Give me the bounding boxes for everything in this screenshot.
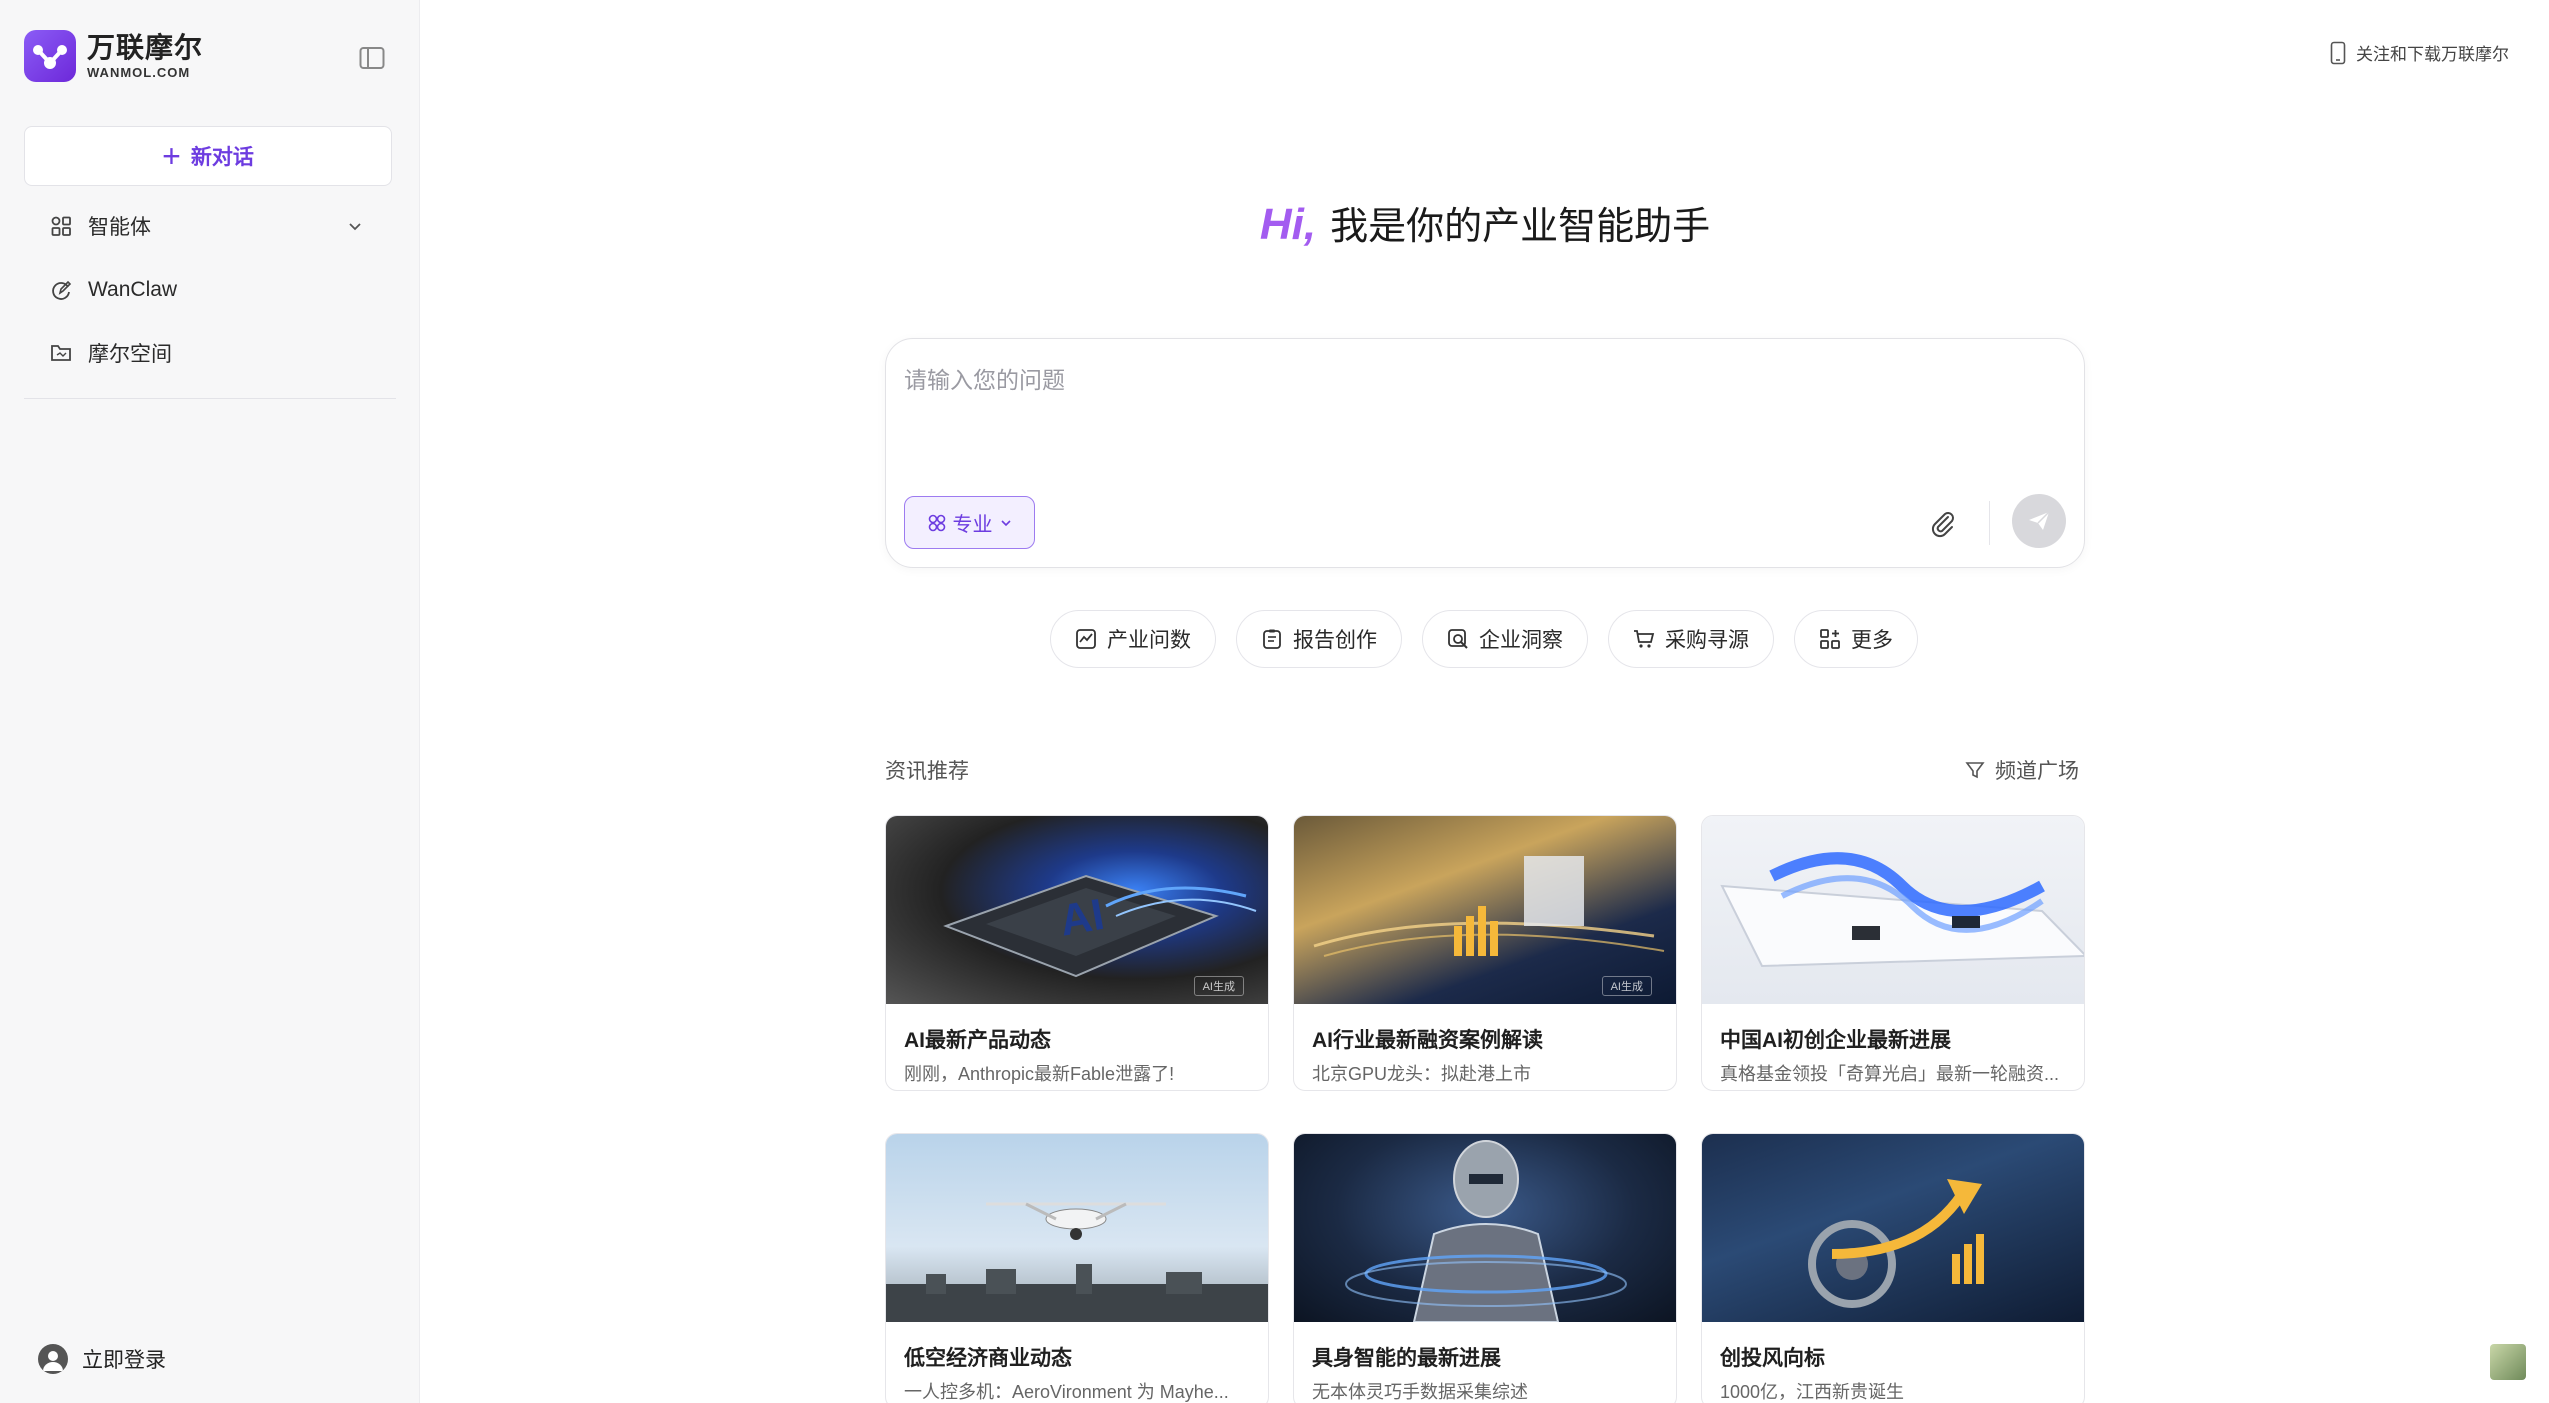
report-icon <box>1263 629 1281 649</box>
chip-enterprise-insight[interactable]: 企业洞察 <box>1422 610 1588 668</box>
news-section-title: 资讯推荐 <box>885 760 969 783</box>
chip-procurement[interactable]: 采购寻源 <box>1608 610 1774 668</box>
send-button[interactable] <box>2012 494 2066 548</box>
question-input[interactable] <box>904 361 2024 461</box>
logo-icon <box>24 30 76 82</box>
ai-generated-tag: AI生成 <box>1601 976 1652 996</box>
input-divider <box>1989 501 1990 545</box>
news-card-title: 中国AI初创企业最新进展 <box>1720 1029 1951 1052</box>
chart-icon <box>1076 629 1096 649</box>
chip-more[interactable]: 更多 <box>1794 610 1918 668</box>
news-card-subtitle: 真格基金领投「奇算光启」最新一轮融资... <box>1720 1064 2060 1084</box>
news-card-subtitle: 北京GPU龙头：拟赴港上市 <box>1312 1064 1532 1084</box>
sidebar: 万联摩尔 WANMOL.COM + 新对话 智能体 WanClaw 摩尔空间 立… <box>0 0 420 1403</box>
news-card-subtitle: 1000亿，江西新贵诞生 <box>1720 1382 1905 1402</box>
new-chat-button[interactable]: + 新对话 <box>24 126 392 186</box>
sidebar-item-moore-space[interactable]: 摩尔空间 <box>24 328 392 378</box>
download-app-link[interactable]: 关注和下载万联摩尔 <box>2330 40 2509 65</box>
floating-thumbnail[interactable] <box>2490 1344 2526 1380</box>
chevron-down-icon <box>1000 519 1011 526</box>
folder-icon <box>51 345 71 361</box>
apps-icon <box>51 216 71 236</box>
hero-heading: Hi, 我是你的产业智能助手 <box>885 195 2085 250</box>
news-thumbnail-startup <box>1702 816 2084 1004</box>
news-card-title: 创投风向标 <box>1720 1347 1825 1370</box>
news-card-title: AI行业最新融资案例解读 <box>1312 1029 1543 1052</box>
sidebar-item-label: 摩尔空间 <box>88 343 172 366</box>
insight-icon <box>1448 629 1468 649</box>
sidebar-item-agents[interactable]: 智能体 <box>24 201 392 251</box>
plus-icon: + <box>162 138 181 174</box>
chip-label: 报告创作 <box>1293 629 1377 652</box>
news-thumbnail-ai-chip: AI AI生成 <box>886 816 1268 1004</box>
chip-label: 更多 <box>1851 629 1893 652</box>
news-card-subtitle: 无本体灵巧手数据采集综述 <box>1312 1382 1528 1402</box>
sidebar-item-wanclaw[interactable]: WanClaw <box>24 265 392 315</box>
cart-icon <box>1634 630 1655 648</box>
channel-label: 频道广场 <box>1995 760 2079 783</box>
news-card-title: 具身智能的最新进展 <box>1312 1347 1501 1370</box>
chip-report-writing[interactable]: 报告创作 <box>1236 610 1402 668</box>
news-thumbnail-venture <box>1702 1134 2084 1322</box>
hero-title: 我是你的产业智能助手 <box>1330 206 1711 248</box>
news-card[interactable]: 具身智能的最新进展 无本体灵巧手数据采集综述 <box>1293 1133 1677 1403</box>
login-button[interactable]: 立即登录 <box>38 1344 166 1374</box>
news-card[interactable]: AI AI生成 AI最新产品动态 刚刚，Anthropic最新Fable泄露了! <box>885 815 1269 1091</box>
attachment-icon[interactable] <box>1926 507 1960 541</box>
chip-label: 企业洞察 <box>1479 629 1563 652</box>
logo-title: 万联摩尔 <box>87 31 204 63</box>
logo-subtitle: WANMOL.COM <box>87 64 191 80</box>
svg-text:AI: AI <box>1056 890 1108 946</box>
news-thumbnail-drone <box>886 1134 1268 1322</box>
sidebar-divider <box>24 398 396 399</box>
sidebar-item-label: WanClaw <box>88 278 178 301</box>
ai-generated-tag: AI生成 <box>1193 976 1244 996</box>
chat-input-box: 专业 <box>885 338 2085 568</box>
mode-label: 专业 <box>952 514 993 536</box>
news-thumbnail-finance: AI生成 <box>1294 816 1676 1004</box>
sidebar-collapse-icon[interactable] <box>359 46 385 70</box>
chevron-down-icon[interactable] <box>346 217 364 235</box>
chip-industry-data[interactable]: 产业问数 <box>1050 610 1216 668</box>
chip-label: 产业问数 <box>1107 629 1191 652</box>
mobile-phone-icon <box>2330 41 2346 64</box>
grid-plus-icon <box>1820 629 1840 649</box>
download-label: 关注和下载万联摩尔 <box>2356 45 2509 64</box>
news-card-title: AI最新产品动态 <box>904 1029 1051 1052</box>
news-card[interactable]: 中国AI初创企业最新进展 真格基金领投「奇算光启」最新一轮融资... <box>1701 815 2085 1091</box>
new-chat-label: 新对话 <box>190 146 254 169</box>
avatar <box>38 1344 68 1374</box>
edit-circle-icon <box>52 280 72 300</box>
sidebar-item-label: 智能体 <box>88 216 151 239</box>
news-card-subtitle: 刚刚，Anthropic最新Fable泄露了! <box>904 1064 1175 1084</box>
news-card[interactable]: 创投风向标 1000亿，江西新贵诞生 <box>1701 1133 2085 1403</box>
hero-hi: Hi, <box>1259 200 1317 249</box>
logo[interactable]: 万联摩尔 WANMOL.COM <box>24 30 203 82</box>
atom-icon <box>928 514 945 531</box>
channel-plaza-link[interactable]: 频道广场 <box>1965 755 2079 785</box>
news-thumbnail-robot <box>1294 1134 1676 1322</box>
quick-action-chips: 产业问数 报告创作 企业洞察 采购寻源 更多 <box>1050 610 1918 668</box>
news-card[interactable]: AI生成 AI行业最新融资案例解读 北京GPU龙头：拟赴港上市 <box>1293 815 1677 1091</box>
mode-select-button[interactable]: 专业 <box>904 496 1035 549</box>
filter-icon <box>1965 762 1985 779</box>
news-card-title: 低空经济商业动态 <box>904 1347 1072 1370</box>
send-icon <box>2029 511 2050 530</box>
chip-label: 采购寻源 <box>1665 629 1749 652</box>
news-card[interactable]: 低空经济商业动态 一人控多机：AeroVironment 为 Mayhe... <box>885 1133 1269 1403</box>
news-card-subtitle: 一人控多机：AeroVironment 为 Mayhe... <box>904 1382 1229 1402</box>
login-label: 立即登录 <box>82 1349 166 1372</box>
